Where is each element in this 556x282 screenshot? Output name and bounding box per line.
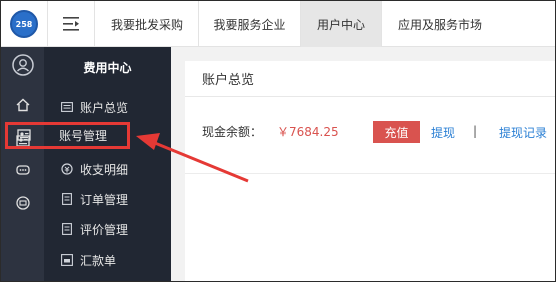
link-separator: | <box>473 124 478 138</box>
withdraw-record-link[interactable]: 提现记录 <box>499 124 547 141</box>
sidebar-title: 费用中心 <box>83 60 132 75</box>
highlight-box: 账号管理 <box>5 122 130 149</box>
sidebar: 费用中心 账户总览 收支明细 订单管理 评价管理 汇款单 <box>44 47 171 281</box>
tab-service-company[interactable]: 我要服务企业 <box>199 1 301 47</box>
comment-icon <box>60 222 74 236</box>
order-icon <box>60 192 74 206</box>
home-icon[interactable] <box>1 87 44 123</box>
logo[interactable]: 258 <box>10 10 38 38</box>
sidebar-item-label: 收支明细 <box>80 162 129 177</box>
chat-icon[interactable] <box>1 153 44 189</box>
sidebar-item-label: 评价管理 <box>80 222 129 237</box>
divider <box>185 173 555 174</box>
balance-row: 现金余额： ￥7684.25 充值 提现 | 提现记录 <box>185 121 555 143</box>
tab-user-center[interactable]: 用户中心 <box>301 1 382 47</box>
main-content: 账户总览 现金余额： ￥7684.25 充值 提现 | 提现记录 <box>171 47 555 281</box>
sidebar-item-label: 汇款单 <box>80 253 117 268</box>
sidebar-item-label: 订单管理 <box>80 192 129 207</box>
sidebar-item-remittance[interactable]: 汇款单 <box>44 245 171 275</box>
sidebar-item-reviews[interactable]: 评价管理 <box>44 214 171 244</box>
tab-wholesale[interactable]: 我要批发采购 <box>96 1 199 47</box>
sidebar-item-label: 账户总览 <box>80 100 129 115</box>
shop-icon[interactable] <box>1 185 44 221</box>
balance-value: ￥7684.25 <box>277 125 339 139</box>
menu-toggle-icon <box>63 17 79 31</box>
icon-bar <box>1 47 44 281</box>
sidebar-item-income-expense[interactable]: 收支明细 <box>44 154 171 184</box>
list-icon <box>60 100 74 114</box>
logo-cell: 258 <box>1 1 47 47</box>
menu-toggle-button[interactable] <box>47 1 95 47</box>
account-overview-panel: 账户总览 现金余额： ￥7684.25 充值 提现 | 提现记录 <box>185 61 555 281</box>
money-icon <box>60 162 74 176</box>
page-title: 账户总览 <box>185 61 555 97</box>
sidebar-item-account-overview[interactable]: 账户总览 <box>44 92 171 122</box>
remit-icon <box>60 253 74 267</box>
sidebar-item-account-management[interactable]: 账号管理 <box>11 126 130 145</box>
tab-app-market[interactable]: 应用及服务市场 <box>382 1 498 47</box>
top-nav-bar: 258 我要批发采购 我要服务企业 用户中心 应用及服务市场 <box>1 1 555 47</box>
sidebar-item-label: 账号管理 <box>59 129 108 143</box>
id-card-icon <box>17 128 31 143</box>
recharge-button[interactable]: 充值 <box>373 121 420 143</box>
withdraw-link[interactable]: 提现 <box>431 124 455 141</box>
user-icon[interactable] <box>1 47 44 83</box>
balance-label: 现金余额： <box>202 125 263 139</box>
sidebar-item-orders[interactable]: 订单管理 <box>44 184 171 214</box>
